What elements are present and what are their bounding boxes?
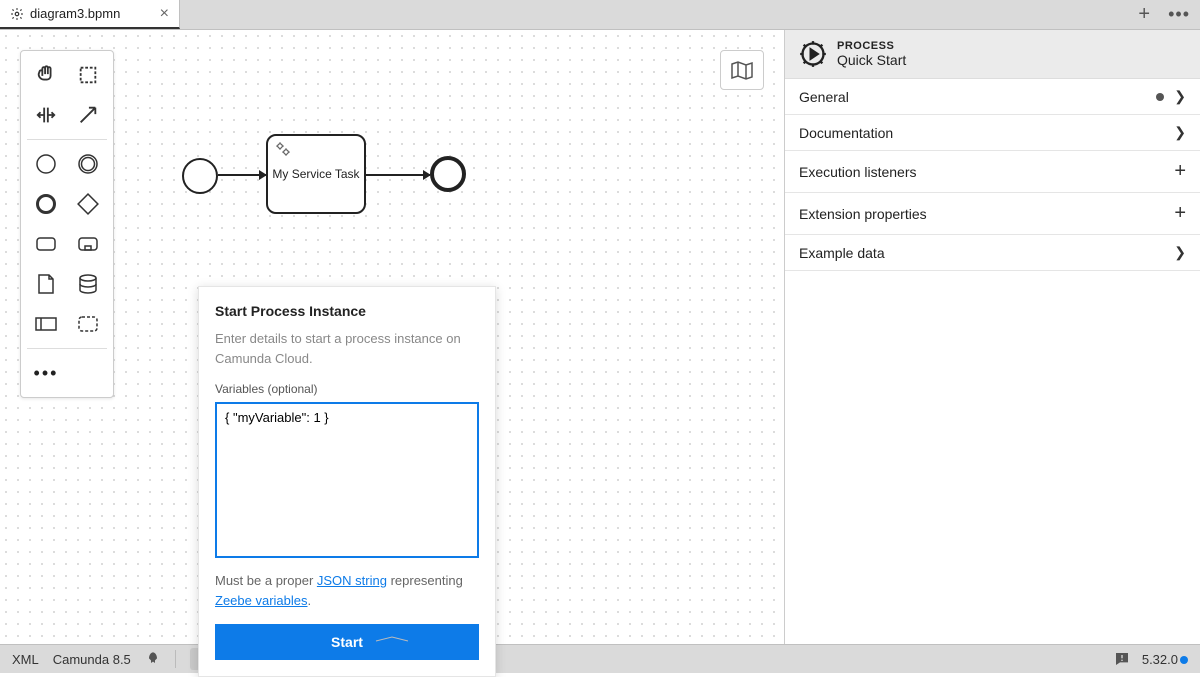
tab-bar-actions: + •••: [1128, 0, 1200, 29]
properties-panel: PROCESS Quick Start General ❯ Documentat…: [784, 30, 1200, 644]
zeebe-variables-link[interactable]: Zeebe variables: [215, 593, 308, 608]
data-object-tool[interactable]: [27, 266, 65, 302]
lasso-tool[interactable]: [69, 57, 107, 93]
update-dot-icon: [1180, 656, 1188, 664]
props-example-data[interactable]: Example data ❯: [785, 235, 1200, 271]
feedback-icon[interactable]: [1114, 651, 1130, 667]
props-execution-listeners[interactable]: Execution listeners +: [785, 151, 1200, 193]
props-extension-properties[interactable]: Extension properties +: [785, 193, 1200, 235]
tab-bar: diagram3.bpmn × + •••: [0, 0, 1200, 30]
rocket-icon[interactable]: [145, 651, 161, 667]
xml-toggle[interactable]: XML: [12, 652, 39, 667]
connect-tool[interactable]: [69, 97, 107, 133]
data-store-tool[interactable]: [69, 266, 107, 302]
end-event-tool[interactable]: [27, 186, 65, 222]
group-tool[interactable]: [69, 306, 107, 342]
gateway-tool[interactable]: [69, 186, 107, 222]
process-icon: [799, 40, 827, 68]
bpmn-end-event[interactable]: [430, 156, 466, 192]
more-icon[interactable]: •••: [1168, 4, 1190, 25]
map-icon: [730, 60, 754, 80]
variables-label: Variables (optional): [215, 382, 479, 396]
close-tab-icon[interactable]: ×: [160, 5, 169, 23]
chevron-right-icon: ❯: [1174, 124, 1186, 141]
file-tab[interactable]: diagram3.bpmn ×: [0, 0, 180, 29]
bpmn-start-event[interactable]: [182, 158, 218, 194]
task-label: My Service Task: [272, 167, 359, 181]
plus-icon[interactable]: +: [1174, 160, 1186, 183]
version-label[interactable]: 5.32.0: [1142, 652, 1188, 667]
status-bar: XML Camunda 8.5 ✕ 0 ! 0 Variables 5.32.0: [0, 644, 1200, 673]
bpmn-sequence-flow[interactable]: [366, 174, 430, 176]
dot-indicator-icon: [1156, 93, 1164, 101]
properties-header: PROCESS Quick Start: [785, 30, 1200, 79]
canvas[interactable]: ••• My Service Task Start Process Instan…: [0, 30, 784, 644]
tool-palette: •••: [20, 50, 114, 398]
variables-hint: Must be a proper JSON string representin…: [215, 571, 479, 610]
properties-caption: PROCESS: [837, 40, 906, 52]
hand-tool[interactable]: [27, 57, 65, 93]
bpmn-service-task[interactable]: My Service Task: [266, 134, 366, 214]
variables-input[interactable]: [215, 402, 479, 558]
platform-label[interactable]: Camunda 8.5: [53, 652, 131, 667]
chevron-right-icon: ❯: [1174, 88, 1186, 105]
plus-icon[interactable]: +: [1174, 202, 1186, 225]
props-general[interactable]: General ❯: [785, 79, 1200, 115]
properties-name: Quick Start: [837, 52, 906, 68]
dialog-title: Start Process Instance: [215, 303, 479, 319]
bpmn-sequence-flow[interactable]: [218, 174, 266, 176]
json-string-link[interactable]: JSON string: [317, 573, 387, 588]
pool-tool[interactable]: [27, 306, 65, 342]
start-instance-dialog: Start Process Instance Enter details to …: [198, 286, 496, 677]
tab-filename: diagram3.bpmn: [30, 6, 120, 21]
panel-resize-handle[interactable]: [362, 634, 422, 644]
space-tool[interactable]: [27, 97, 65, 133]
minimap-toggle[interactable]: [720, 50, 764, 90]
gear-icon: [10, 7, 24, 21]
dialog-description: Enter details to start a process instanc…: [215, 329, 479, 368]
subprocess-tool[interactable]: [69, 226, 107, 262]
props-documentation[interactable]: Documentation ❯: [785, 115, 1200, 151]
intermediate-event-tool[interactable]: [69, 146, 107, 182]
task-tool[interactable]: [27, 226, 65, 262]
new-tab-icon[interactable]: +: [1138, 3, 1150, 26]
start-button[interactable]: Start: [215, 624, 479, 660]
start-event-tool[interactable]: [27, 146, 65, 182]
more-tools[interactable]: •••: [27, 355, 65, 391]
chevron-right-icon: ❯: [1174, 244, 1186, 261]
gears-icon: [274, 140, 292, 158]
